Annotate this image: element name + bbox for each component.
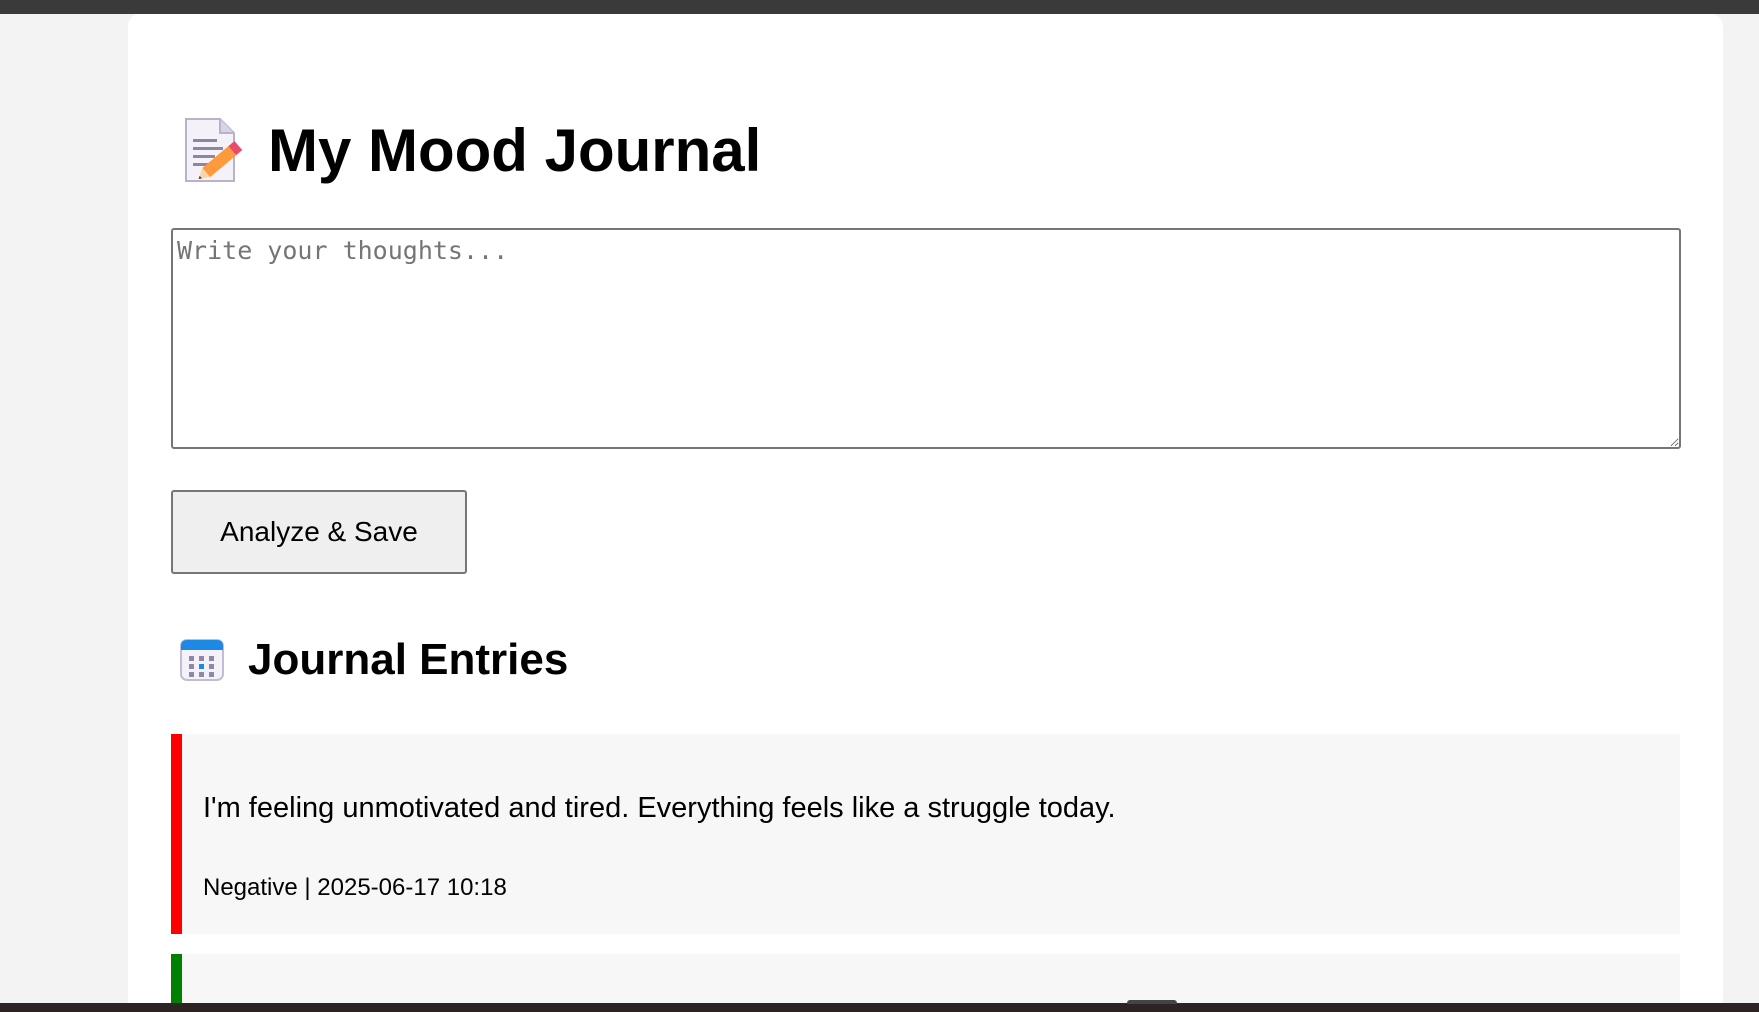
journal-entry bbox=[171, 954, 1680, 1003]
page-header: My Mood Journal bbox=[180, 106, 761, 196]
page-title: My Mood Journal bbox=[268, 117, 762, 184]
entries-header: Journal Entries bbox=[178, 632, 568, 688]
journal-entry-input[interactable] bbox=[171, 228, 1681, 449]
window-top-bar bbox=[0, 0, 1759, 14]
calendar-icon bbox=[178, 636, 226, 684]
journal-card: My Mood Journal Analyze & Save bbox=[128, 14, 1723, 1003]
window-bottom-bar bbox=[0, 1003, 1759, 1012]
entry-text: I'm feeling unmotivated and tired. Every… bbox=[203, 792, 1116, 824]
taskbar-indicator bbox=[1127, 1000, 1177, 1004]
memo-icon bbox=[180, 115, 246, 187]
entries-title: Journal Entries bbox=[248, 635, 569, 684]
entry-meta: Negative | 2025-06-17 10:18 bbox=[203, 874, 507, 901]
journal-entry: I'm feeling unmotivated and tired. Every… bbox=[171, 734, 1680, 934]
analyze-save-button[interactable]: Analyze & Save bbox=[171, 490, 467, 574]
